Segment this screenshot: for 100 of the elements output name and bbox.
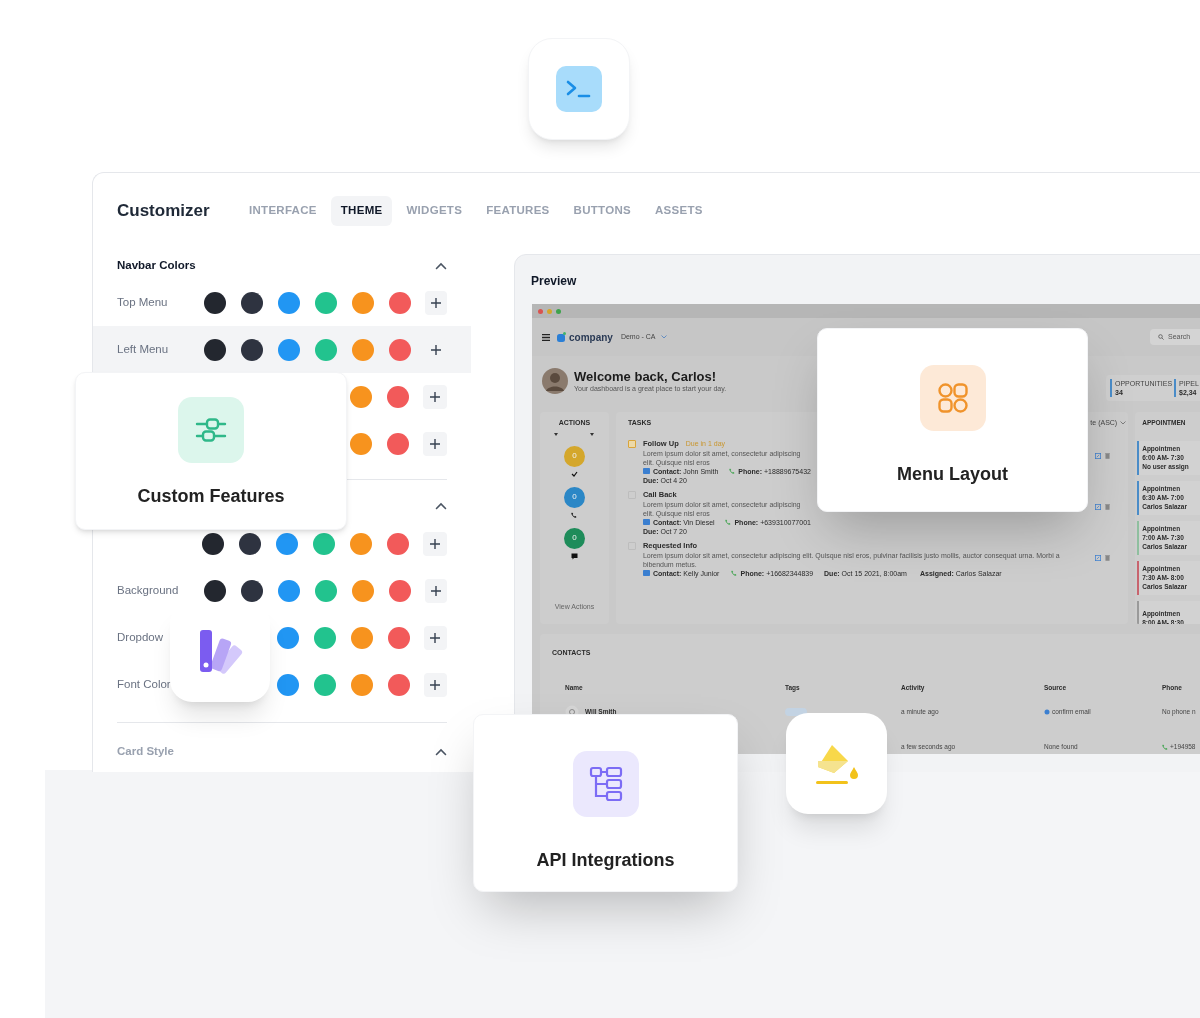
- color-swatch[interactable]: [352, 579, 375, 602]
- setting-label: Font Color: [117, 676, 172, 692]
- delete-icon[interactable]: [1105, 554, 1111, 561]
- tab[interactable]: ASSETS: [644, 196, 713, 226]
- phone-icon: [571, 511, 578, 518]
- chevron-down-icon[interactable]: [660, 335, 667, 339]
- color-swatch[interactable]: [387, 673, 410, 696]
- plus-icon: [429, 390, 441, 403]
- color-swatch[interactable]: [313, 626, 336, 649]
- color-swatch[interactable]: [276, 626, 299, 649]
- delete-icon[interactable]: [1105, 452, 1111, 459]
- color-swatch[interactable]: [389, 338, 412, 361]
- section-title: Navbar Colors: [117, 258, 196, 274]
- tab[interactable]: WIDGETS: [396, 196, 473, 226]
- color-swatch[interactable]: [204, 338, 227, 361]
- welcome-heading: Welcome back, Carlos!: [574, 368, 718, 384]
- color-swatch[interactable]: [387, 432, 409, 455]
- section-title: Card Style: [117, 744, 174, 760]
- color-swatch[interactable]: [350, 385, 372, 408]
- color-swatch[interactable]: [241, 579, 264, 602]
- plus-icon: [429, 537, 441, 550]
- feature-title: Menu Layout: [897, 463, 1008, 486]
- color-swatch[interactable]: [387, 385, 409, 408]
- tab[interactable]: FEATURES: [476, 196, 560, 226]
- plus-icon: [429, 437, 441, 450]
- chat-icon: [570, 552, 578, 560]
- color-swatch[interactable]: [276, 532, 298, 555]
- color-swatch[interactable]: [350, 626, 373, 649]
- caret-icon[interactable]: [554, 432, 559, 436]
- edit-icon[interactable]: [1095, 503, 1102, 510]
- color-swatch[interactable]: [350, 432, 372, 455]
- add-button[interactable]: [425, 290, 447, 315]
- color-swatch[interactable]: [389, 579, 412, 602]
- color-swatch[interactable]: [315, 338, 338, 361]
- action-count[interactable]: 0: [563, 445, 585, 467]
- caret-icon[interactable]: [590, 432, 595, 436]
- edit-icon[interactable]: [1095, 452, 1102, 459]
- plus-icon: [430, 584, 443, 597]
- add-button[interactable]: [423, 672, 447, 697]
- search-icon: [1158, 334, 1164, 340]
- color-swatch[interactable]: [241, 338, 264, 361]
- tab[interactable]: BUTTONS: [563, 196, 641, 226]
- color-swatch[interactable]: [315, 579, 338, 602]
- logo-icon: [557, 332, 566, 342]
- preview-title: Preview: [530, 273, 578, 289]
- chevron-down-icon[interactable]: [1120, 421, 1127, 426]
- color-swatch[interactable]: [276, 673, 299, 696]
- avatar: [542, 368, 568, 394]
- panel-title: Customizer: [117, 200, 211, 223]
- color-swatch[interactable]: [387, 626, 410, 649]
- color-swatch[interactable]: [387, 532, 409, 555]
- color-swatch[interactable]: [313, 673, 336, 696]
- setting-label: Dropdow: [117, 629, 165, 645]
- color-swatch[interactable]: [278, 579, 301, 602]
- terminal-icon: [556, 66, 602, 112]
- add-button[interactable]: [425, 578, 447, 603]
- color-swatch[interactable]: [350, 532, 372, 555]
- phone-icon: [729, 468, 736, 474]
- add-button[interactable]: [423, 431, 447, 456]
- chevron-up-icon[interactable]: [435, 748, 447, 756]
- feature-title: API Integrations: [536, 849, 675, 872]
- plus-icon: [430, 343, 443, 356]
- selected-row[interactable]: Left Menu: [93, 326, 471, 373]
- color-swatch[interactable]: [204, 579, 227, 602]
- color-swatch[interactable]: [389, 291, 412, 314]
- color-swatch[interactable]: [241, 291, 264, 314]
- setting-label: Background: [117, 582, 180, 598]
- chevron-up-icon[interactable]: [435, 502, 447, 510]
- plus-icon: [429, 678, 442, 691]
- edit-icon[interactable]: [1095, 554, 1102, 561]
- plus-icon: [429, 631, 442, 644]
- delete-icon[interactable]: [1105, 503, 1111, 510]
- color-swatch[interactable]: [202, 532, 224, 555]
- contact-icon: [642, 468, 650, 474]
- action-count[interactable]: 0: [563, 527, 585, 549]
- color-swatch[interactable]: [204, 291, 227, 314]
- color-swatch[interactable]: [313, 532, 335, 555]
- color-swatch[interactable]: [278, 338, 301, 361]
- color-swatch[interactable]: [278, 291, 301, 314]
- color-swatch[interactable]: [352, 338, 375, 361]
- tab[interactable]: INTERFACE: [239, 196, 327, 226]
- feature-title: Custom Features: [137, 485, 285, 508]
- task-checkbox[interactable]: [627, 439, 636, 448]
- plus-icon: [430, 296, 443, 309]
- color-swatch[interactable]: [239, 532, 261, 555]
- contact-icon: [642, 570, 650, 576]
- action-count[interactable]: 0: [563, 486, 585, 508]
- check-icon: [570, 470, 578, 477]
- menu-icon[interactable]: [542, 333, 550, 341]
- tab[interactable]: THEME: [330, 196, 393, 226]
- color-swatch[interactable]: [350, 673, 373, 696]
- add-button[interactable]: [423, 384, 447, 409]
- phone-icon: [725, 519, 732, 525]
- color-swatch[interactable]: [352, 291, 375, 314]
- add-button[interactable]: [423, 625, 447, 650]
- hierarchy-icon: [572, 751, 639, 817]
- add-button[interactable]: [423, 531, 447, 556]
- phone-icon: [731, 570, 738, 576]
- color-swatch[interactable]: [315, 291, 338, 314]
- chevron-up-icon[interactable]: [435, 262, 447, 270]
